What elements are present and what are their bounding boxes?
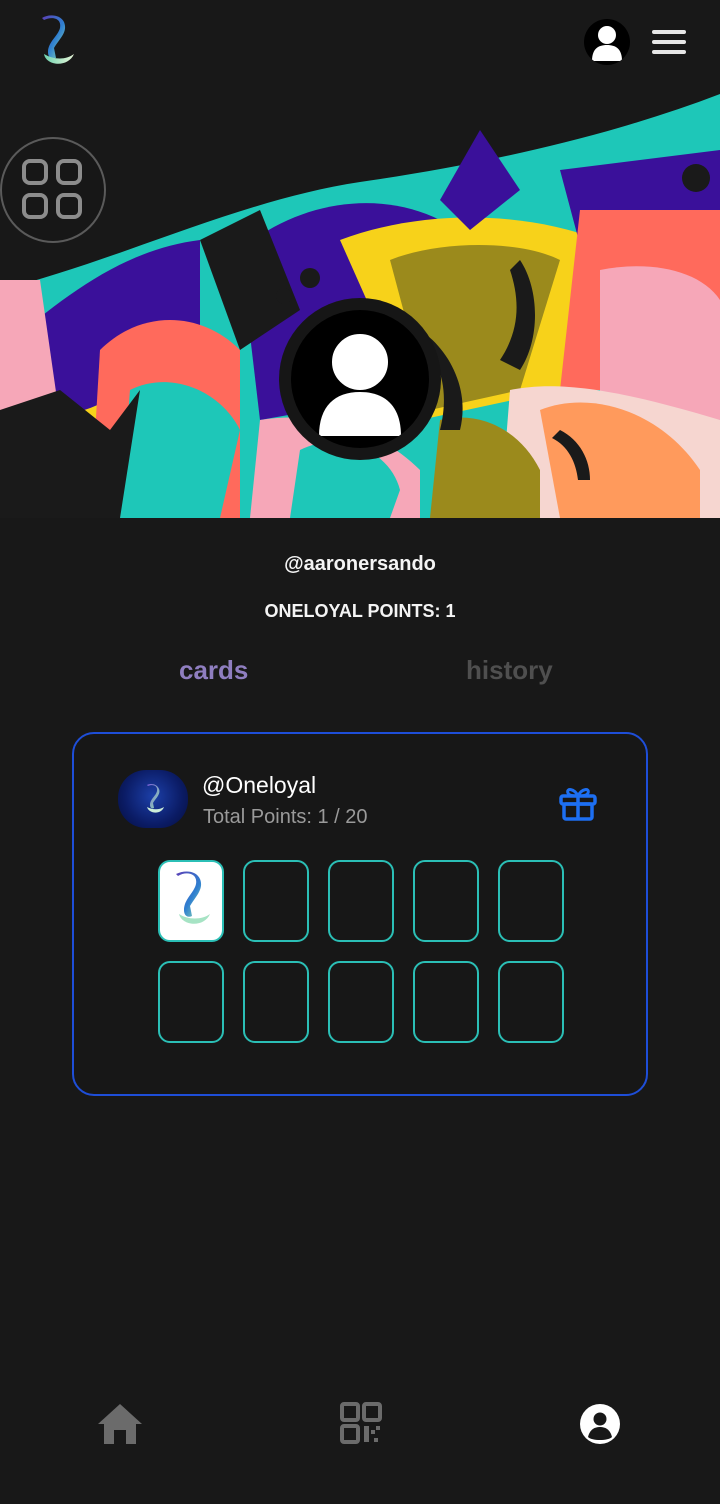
stamp-slot-empty	[158, 961, 224, 1043]
profile-avatar[interactable]	[279, 298, 441, 460]
tab-history[interactable]: history	[466, 655, 553, 686]
profile-icon[interactable]	[576, 1400, 626, 1448]
stamp-slot-empty	[243, 961, 309, 1043]
profile-username: @aaronersando	[284, 553, 436, 575]
merchant-name: @Oneloyal	[202, 772, 317, 798]
merchant-total-points: Total Points: 1 / 20	[203, 806, 368, 828]
gift-icon[interactable]	[558, 782, 598, 822]
profile-avatar-icon	[291, 310, 429, 448]
top-bar	[0, 0, 720, 90]
stamp-slot-empty	[413, 961, 479, 1043]
oneloyal-points-label: ONELOYAL POINTS: 1	[264, 601, 456, 621]
merchant-logo	[118, 770, 188, 828]
home-icon[interactable]	[95, 1400, 145, 1448]
tab-cards[interactable]: cards	[179, 655, 248, 686]
qr-code-icon[interactable]	[336, 1400, 386, 1448]
apps-grid-icon[interactable]	[0, 137, 106, 243]
stamp-slot-empty	[413, 860, 479, 942]
stamp-slot-filled	[158, 860, 224, 942]
user-avatar-icon[interactable]	[584, 19, 630, 65]
stamp-slot-empty	[328, 860, 394, 942]
hamburger-menu-icon[interactable]	[650, 28, 688, 56]
oneloyal-logo-icon[interactable]	[34, 14, 80, 70]
bottom-navigation	[0, 1380, 720, 1470]
stamp-slot-empty	[498, 961, 564, 1043]
loyalty-card[interactable]: @Oneloyal Total Points: 1 / 20	[72, 732, 648, 1096]
oneloyal-stamp-icon	[176, 871, 210, 924]
stamp-slot-empty	[328, 961, 394, 1043]
stamp-slot-empty	[498, 860, 564, 942]
stamp-slot-empty	[243, 860, 309, 942]
